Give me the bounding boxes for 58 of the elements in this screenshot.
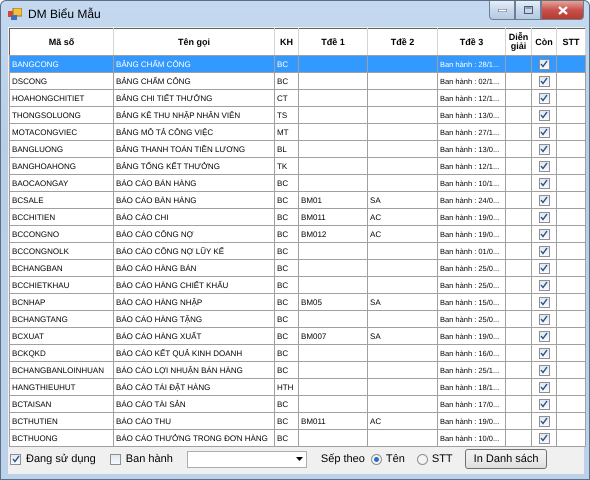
checkbox[interactable]: [538, 178, 550, 189]
minimize-button[interactable]: [489, 1, 515, 20]
tde2-cell: [368, 430, 438, 446]
checkbox[interactable]: [538, 416, 550, 427]
column-header[interactable]: Tđề 2: [368, 28, 438, 56]
checkbox[interactable]: [538, 364, 550, 376]
app-icon: [8, 8, 22, 20]
checkbox[interactable]: [538, 382, 550, 393]
checkbox-label: Đang sử dụng: [26, 453, 96, 465]
close-icon: [558, 6, 568, 14]
column-header[interactable]: KH: [274, 28, 298, 56]
radio-label: STT: [432, 453, 453, 465]
checkbox[interactable]: [538, 160, 550, 172]
checkbox[interactable]: [110, 454, 121, 464]
checkbox[interactable]: [538, 432, 550, 444]
checkbox-label: Ban hành: [126, 453, 173, 465]
checkbox[interactable]: [538, 194, 550, 206]
print-button[interactable]: In Danh sách: [464, 449, 548, 469]
checkbox[interactable]: [538, 280, 550, 291]
caret-icon: [296, 457, 303, 461]
checkbox[interactable]: [538, 212, 550, 223]
maximize-button[interactable]: [515, 1, 541, 20]
checkmark-icon: [12, 455, 20, 463]
column-header[interactable]: Tên gọi: [114, 28, 274, 56]
checkbox[interactable]: [538, 144, 550, 155]
minimize-icon: [498, 8, 506, 12]
checkbox[interactable]: [538, 228, 550, 240]
name-cell: BÁO CÁO THƯỞNG TRONG ĐƠN HÀNG: [114, 430, 274, 446]
tde1-cell: [298, 430, 368, 446]
checkbox[interactable]: [538, 262, 550, 274]
checkbox[interactable]: [538, 92, 550, 104]
column-header[interactable]: Còn: [532, 28, 556, 56]
radio-label: Tên: [386, 453, 405, 465]
window-title: DM Biểu Mẫu: [28, 7, 101, 21]
checkbox[interactable]: [10, 454, 21, 464]
checkbox[interactable]: [538, 58, 550, 70]
checkbox[interactable]: [538, 76, 550, 87]
radio-button[interactable]: [370, 454, 382, 464]
checkbox[interactable]: [538, 330, 550, 342]
checkbox[interactable]: [538, 314, 550, 325]
column-header[interactable]: Diễn giải: [506, 28, 532, 56]
dropdown-field[interactable]: [186, 450, 307, 468]
column-header[interactable]: Tđề 3: [438, 28, 506, 56]
radio-button[interactable]: [416, 454, 428, 464]
kh-cell: BC: [274, 430, 298, 446]
code-cell: BCTHUONG: [10, 430, 114, 446]
column-header[interactable]: STT: [556, 28, 586, 56]
checkbox[interactable]: [538, 246, 550, 257]
close-button[interactable]: [541, 1, 584, 20]
checkbox[interactable]: [538, 110, 550, 121]
checkbox[interactable]: [538, 126, 550, 138]
sort-label: Sếp theo: [320, 453, 365, 465]
column-header[interactable]: Mã số: [10, 28, 114, 56]
checkbox[interactable]: [538, 398, 550, 410]
checkbox[interactable]: [538, 296, 550, 308]
maximize-icon: [524, 6, 532, 14]
column-header[interactable]: Tđề 1: [298, 28, 368, 56]
checkbox[interactable]: [538, 348, 550, 359]
